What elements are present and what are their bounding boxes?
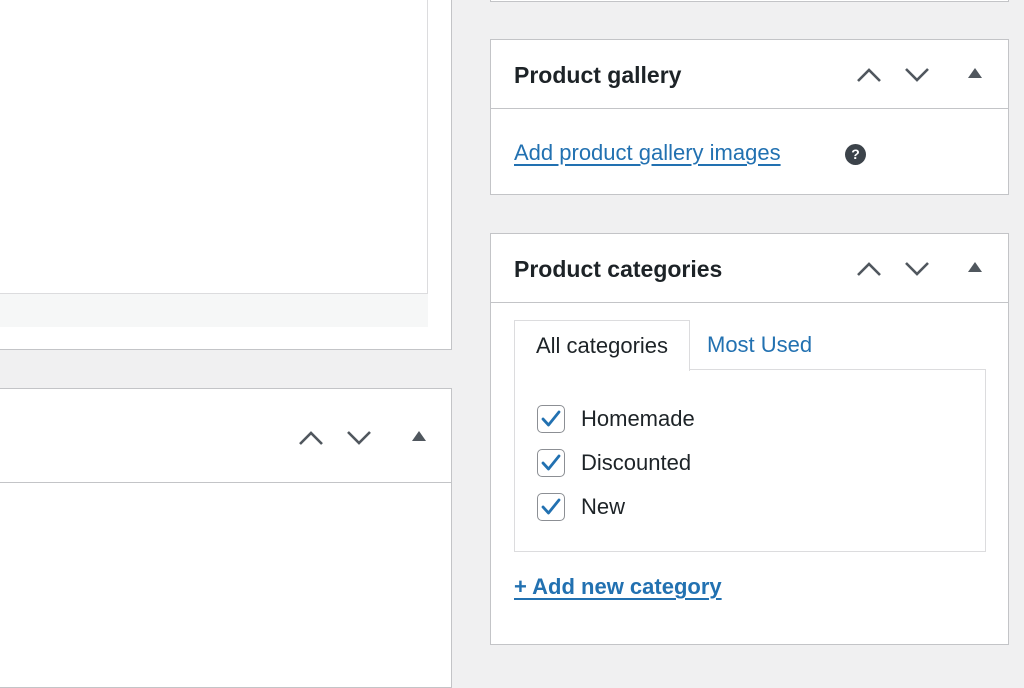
- category-label: Discounted: [581, 450, 692, 475]
- editor-content-area[interactable]: [0, 0, 428, 326]
- move-down-button[interactable]: [901, 253, 933, 285]
- left-metabox: [0, 388, 452, 688]
- chevron-up-icon: [857, 68, 881, 82]
- editor-status-bar: [0, 293, 428, 327]
- chevron-down-icon: [905, 68, 929, 82]
- chevron-down-icon: [905, 262, 929, 276]
- previous-metabox-edge: [490, 0, 1009, 2]
- category-checkbox[interactable]: [537, 449, 565, 477]
- category-label: New: [581, 494, 626, 519]
- triangle-up-icon: [412, 431, 426, 441]
- tab-all-categories[interactable]: All categories: [514, 320, 690, 371]
- checkmark-icon: [541, 498, 561, 515]
- chevron-up-icon: [299, 431, 323, 445]
- add-new-category-link[interactable]: + Add new category: [514, 574, 722, 600]
- toggle-panel-button[interactable]: [403, 420, 435, 452]
- category-label: Homemade: [581, 406, 695, 431]
- product-categories-metabox: Product categories All categories Most U…: [490, 233, 1009, 645]
- triangle-up-icon: [968, 68, 982, 78]
- checkmark-icon: [541, 454, 561, 471]
- toggle-panel-button[interactable]: [959, 251, 991, 283]
- question-circle-icon[interactable]: ?: [845, 144, 866, 165]
- product-gallery-metabox: Product gallery Add product gallery imag…: [490, 39, 1009, 195]
- category-checkbox[interactable]: [537, 405, 565, 433]
- add-gallery-images-link[interactable]: Add product gallery images: [514, 140, 781, 166]
- category-checkbox[interactable]: [537, 493, 565, 521]
- move-up-button[interactable]: [853, 59, 885, 91]
- category-item-homemade[interactable]: Homemade: [537, 404, 695, 434]
- left-metabox-header: [0, 389, 451, 483]
- chevron-up-icon: [857, 262, 881, 276]
- product-categories-header: Product categories: [491, 234, 1008, 303]
- product-gallery-header: Product gallery: [491, 40, 1008, 109]
- product-gallery-title: Product gallery: [514, 62, 682, 88]
- move-down-button[interactable]: [901, 59, 933, 91]
- category-item-discounted[interactable]: Discounted: [537, 448, 691, 478]
- checkmark-icon: [541, 410, 561, 427]
- toggle-panel-button[interactable]: [959, 57, 991, 89]
- triangle-up-icon: [968, 262, 982, 272]
- move-down-button[interactable]: [343, 422, 375, 454]
- move-up-button[interactable]: [295, 422, 327, 454]
- chevron-down-icon: [347, 431, 371, 445]
- move-up-button[interactable]: [853, 253, 885, 285]
- product-categories-title: Product categories: [514, 256, 723, 282]
- category-item-new[interactable]: New: [537, 492, 625, 522]
- tab-most-used[interactable]: Most Used: [691, 320, 828, 371]
